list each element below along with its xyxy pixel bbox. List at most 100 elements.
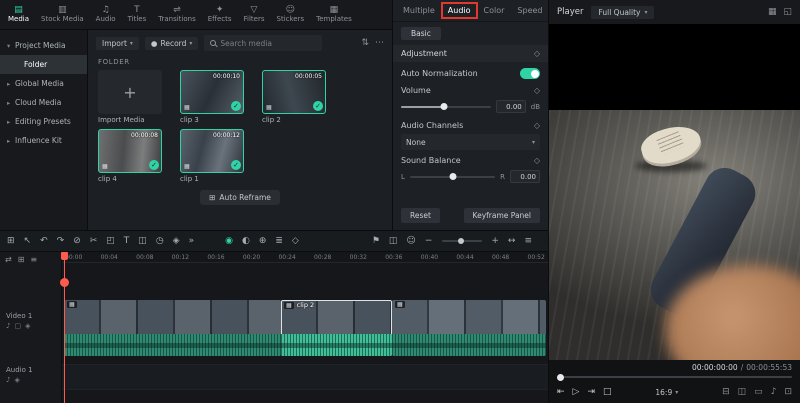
redo-icon[interactable]: ↷ xyxy=(57,236,65,246)
speed-icon[interactable]: ◷ xyxy=(156,236,164,246)
quality-dropdown[interactable]: Full Quality ▾ xyxy=(591,5,655,19)
media-clip-2[interactable]: 00:00:05 ▦ ✓ xyxy=(262,70,326,114)
audio-track-lane[interactable] xyxy=(62,364,548,390)
volume-value[interactable]: 0.00 xyxy=(495,100,526,113)
sidebar-item-global-media[interactable]: ▸ Global Media xyxy=(0,74,87,93)
media-clip-3[interactable]: 00:00:10 ▦ ✓ xyxy=(180,70,244,114)
mute-track-icon[interactable]: ♪ xyxy=(6,322,10,330)
chroma-key-icon[interactable]: ◉ xyxy=(225,236,233,246)
sidebar-item-editing-presets[interactable]: ▸ Editing Presets xyxy=(0,112,87,131)
basic-subtab[interactable]: Basic xyxy=(401,27,441,40)
add-track-icon[interactable]: ⊞ xyxy=(18,255,25,264)
zoom-in-icon[interactable]: + xyxy=(491,236,499,246)
mask-icon[interactable]: ◐ xyxy=(242,236,250,246)
play-button[interactable]: ▷ xyxy=(573,387,580,397)
audio-channels-dropdown[interactable]: None ▾ xyxy=(401,134,540,150)
timeline-ruler[interactable]: 00:00 00:04 00:08 00:12 00:16 00:20 00:2… xyxy=(62,252,548,263)
track-menu-icon[interactable]: ≡ xyxy=(30,255,37,264)
undo-icon[interactable]: ↶ xyxy=(40,236,48,246)
more-options-icon[interactable]: ⋯ xyxy=(375,38,384,48)
crop-icon[interactable]: ◰ xyxy=(106,236,115,246)
aspect-ratio-dropdown[interactable]: 16:9 ▾ xyxy=(655,388,678,397)
swap-tracks-icon[interactable]: ⇄ xyxy=(5,255,12,264)
keyframe-diamond-icon[interactable]: ◇ xyxy=(534,49,540,58)
emoji-icon[interactable]: ☺ xyxy=(406,236,415,246)
adjustment-section-header[interactable]: Adjustment ◇ xyxy=(393,45,548,62)
keyframe-panel-button[interactable]: Keyframe Panel xyxy=(463,208,540,223)
tab-titles[interactable]: T Titles xyxy=(122,3,153,26)
properties-tab-audio[interactable]: Audio xyxy=(440,2,478,19)
sidebar-item-project-media[interactable]: ▾ Project Media xyxy=(0,36,87,55)
fit-timeline-icon[interactable]: ↔ xyxy=(508,236,516,246)
volume-button[interactable]: ♪ xyxy=(771,387,777,397)
tab-transitions[interactable]: ⇌ Transitions xyxy=(152,3,202,26)
sound-balance-slider[interactable] xyxy=(409,173,496,180)
timeline-clip-1[interactable]: ▦ xyxy=(64,300,281,356)
fullscreen-button[interactable]: ⊡ xyxy=(784,387,792,397)
select-tool-icon[interactable]: ↖ xyxy=(24,236,32,246)
previous-frame-button[interactable]: ⇤ xyxy=(557,387,565,397)
search-box[interactable] xyxy=(204,35,323,51)
zoom-out-icon[interactable]: − xyxy=(425,236,433,246)
motion-track-icon[interactable]: ⊕ xyxy=(259,236,267,246)
timeline-zoom-handle[interactable] xyxy=(458,238,465,244)
record-button[interactable]: ● Record ▾ xyxy=(144,36,199,50)
more-tools-icon[interactable]: » xyxy=(189,236,195,246)
tab-effects[interactable]: ✦ Effects xyxy=(202,3,238,26)
volume-slider[interactable] xyxy=(401,103,491,110)
media-clip-1[interactable]: 00:00:12 ▦ ✓ xyxy=(180,129,244,173)
marker-icon[interactable]: ⚑ xyxy=(372,236,380,246)
sidebar-item-folder[interactable]: Folder xyxy=(0,55,87,74)
media-clip-4[interactable]: 00:00:08 ▦ ✓ xyxy=(98,129,162,173)
tab-filters[interactable]: ▽ Filters xyxy=(238,3,271,26)
sidebar-item-cloud-media[interactable]: ▸ Cloud Media xyxy=(0,93,87,112)
search-input[interactable] xyxy=(220,38,317,48)
keyframe-diamond-icon[interactable]: ◇ xyxy=(534,121,540,130)
playhead[interactable] xyxy=(60,252,69,403)
keyframe-diamond-icon[interactable]: ◇ xyxy=(534,156,540,165)
lock-track-icon[interactable]: ◈ xyxy=(14,376,19,384)
timeline-clip-3[interactable]: ▦ xyxy=(392,300,546,356)
tab-audio[interactable]: ♫ Audio xyxy=(90,3,122,26)
toolbox-icon[interactable]: ⊞ xyxy=(7,236,15,246)
delete-icon[interactable]: ⊘ xyxy=(73,236,81,246)
detach-player-icon[interactable]: ◱ xyxy=(783,7,792,17)
volume-slider-handle[interactable] xyxy=(440,103,448,110)
text-tool-icon[interactable]: T xyxy=(124,236,130,246)
split-icon[interactable]: ✂ xyxy=(90,236,98,246)
keyframe-icon[interactable]: ◈ xyxy=(173,236,180,246)
timeline-zoom-slider[interactable] xyxy=(442,238,483,244)
mute-track-icon[interactable]: ♪ xyxy=(6,376,10,384)
grid-view-icon[interactable]: ▦ xyxy=(768,7,777,17)
sidebar-item-influence-kit[interactable]: ▸ Influence Kit xyxy=(0,131,87,150)
stop-button[interactable]: □ xyxy=(603,387,612,397)
tab-stickers[interactable]: ☺ Stickers xyxy=(271,3,311,26)
properties-tab-multiple[interactable]: Multiple xyxy=(397,3,441,18)
properties-tab-speed[interactable]: Speed xyxy=(511,3,548,18)
properties-tab-color[interactable]: Color xyxy=(478,3,511,18)
timeline-clip-2-selected[interactable]: ▦ clip 2 xyxy=(281,300,392,356)
playhead-grip[interactable] xyxy=(60,278,69,287)
hide-track-icon[interactable]: ▢ xyxy=(14,322,21,330)
audio-mixer-icon[interactable]: ≣ xyxy=(275,236,283,246)
reset-button[interactable]: Reset xyxy=(401,208,440,223)
export-frame-icon[interactable]: ◫ xyxy=(389,236,398,246)
tab-media[interactable]: ▤ Media xyxy=(2,3,35,26)
sound-balance-handle[interactable] xyxy=(449,173,457,180)
track-options-icon[interactable]: ≡ xyxy=(524,236,532,246)
seek-handle[interactable] xyxy=(557,373,564,381)
import-button[interactable]: Import ▾ xyxy=(96,36,139,50)
sound-balance-value[interactable]: 0.00 xyxy=(510,170,540,183)
snapshot-button[interactable]: ◫ xyxy=(738,387,747,397)
next-frame-button[interactable]: ⇥ xyxy=(587,387,595,397)
import-media-tile[interactable]: + xyxy=(98,70,162,114)
tab-templates[interactable]: ▦ Templates xyxy=(310,3,358,26)
video-preview[interactable] xyxy=(549,24,800,360)
auto-reframe-button[interactable]: ⊞ Auto Reframe xyxy=(200,190,280,205)
keyframe-panel-icon[interactable]: ◇ xyxy=(292,236,299,246)
filter-icon[interactable]: ⇅ xyxy=(361,38,369,48)
seek-bar[interactable] xyxy=(557,373,792,381)
mark-icon[interactable]: ⊟ xyxy=(722,387,730,397)
display-mode-button[interactable]: ▭ xyxy=(754,387,763,397)
tab-stock-media[interactable]: ▥ Stock Media xyxy=(35,3,90,26)
